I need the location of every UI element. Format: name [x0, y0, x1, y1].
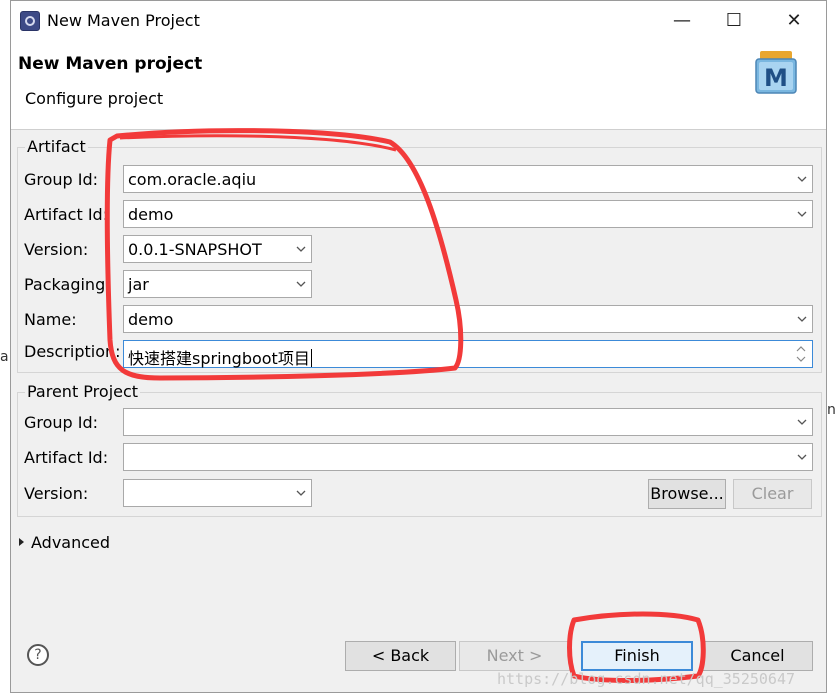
finish-button[interactable]: Finish	[581, 641, 693, 671]
chevron-down-icon	[296, 490, 306, 496]
artifact-group-label: Artifact	[25, 137, 88, 156]
packaging-value: jar	[128, 275, 149, 294]
advanced-label: Advanced	[31, 533, 111, 552]
maximize-button[interactable]: ☐	[711, 1, 757, 41]
parent-group-id-combo[interactable]	[123, 408, 813, 436]
parent-group-id-label: Group Id:	[24, 413, 99, 432]
version-select[interactable]: 0.0.1-SNAPSHOT	[123, 235, 312, 263]
description-value: 快速搭建springboot项目	[128, 349, 310, 368]
group-id-label: Group Id:	[24, 170, 99, 189]
chevron-down-icon	[797, 176, 807, 182]
help-icon[interactable]: ?	[27, 644, 49, 666]
watermark-text: https://blog.csdn.net/qq_35250647	[497, 670, 796, 688]
group-id-value: com.oracle.aqiu	[128, 170, 257, 189]
back-button[interactable]: < Back	[345, 641, 456, 671]
scroll-arrows-icon[interactable]	[796, 343, 806, 365]
maven-m-icon: M	[755, 51, 797, 94]
version-label: Version:	[24, 240, 89, 259]
version-value: 0.0.1-SNAPSHOT	[128, 240, 262, 259]
close-button[interactable]: ✕	[771, 1, 817, 41]
browse-button[interactable]: Browse...	[648, 479, 726, 509]
packaging-select[interactable]: jar	[123, 270, 312, 298]
text-caret	[310, 349, 312, 367]
name-label: Name:	[24, 310, 77, 329]
chevron-down-icon	[296, 281, 306, 287]
eclipse-icon	[20, 11, 40, 31]
chevron-down-icon	[296, 246, 306, 252]
name-value: demo	[128, 310, 174, 329]
cancel-button[interactable]: Cancel	[702, 641, 813, 671]
minimize-button[interactable]: —	[659, 1, 705, 41]
artifact-id-combo[interactable]: demo	[123, 200, 813, 228]
parent-artifact-id-combo[interactable]	[123, 443, 813, 471]
parent-artifact-id-label: Artifact Id:	[24, 448, 109, 467]
clear-button[interactable]: Clear	[733, 479, 812, 509]
description-label: Description:	[24, 342, 121, 361]
parent-version-label: Version:	[24, 484, 89, 503]
artifact-id-label: Artifact Id:	[24, 205, 109, 224]
artifact-id-value: demo	[128, 205, 174, 224]
group-id-combo[interactable]: com.oracle.aqiu	[123, 165, 813, 193]
parent-project-group-label: Parent Project	[25, 382, 141, 401]
name-combo[interactable]: demo	[123, 305, 813, 333]
next-button[interactable]: Next >	[459, 641, 570, 671]
chevron-down-icon	[797, 454, 807, 460]
new-maven-project-dialog: New Maven Project — ☐ ✕ New Maven projec…	[10, 0, 827, 693]
chevron-down-icon	[797, 211, 807, 217]
wizard-title: New Maven project	[18, 54, 203, 74]
packaging-label: Packaging:	[24, 275, 111, 294]
description-textarea[interactable]: 快速搭建springboot项目	[123, 340, 813, 368]
advanced-section-toggle[interactable]: Advanced	[19, 533, 110, 552]
parent-version-select[interactable]	[123, 479, 312, 507]
wizard-header: New Maven project Configure project M	[11, 41, 826, 130]
window-title: New Maven Project	[47, 11, 200, 30]
title-bar: New Maven Project — ☐ ✕	[11, 1, 826, 41]
svg-text:M: M	[764, 64, 788, 92]
wizard-subtitle: Configure project	[25, 89, 164, 108]
chevron-down-icon	[797, 316, 807, 322]
chevron-down-icon	[797, 419, 807, 425]
background-text-fragment: n	[827, 402, 836, 418]
background-text-fragment: a	[0, 349, 9, 365]
expand-triangle-icon	[19, 538, 24, 546]
